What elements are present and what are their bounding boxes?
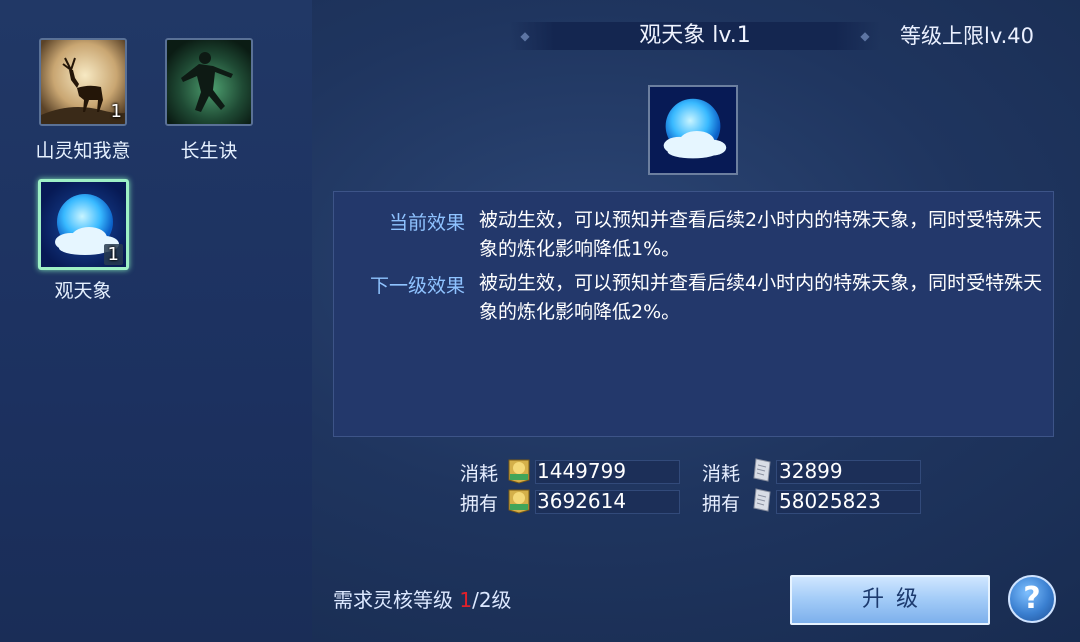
requirement-label: 需求灵核等级 (333, 588, 453, 612)
martial-artist-icon[interactable] (165, 38, 253, 126)
exp-token-icon (507, 486, 531, 514)
deer-icon[interactable]: 1 (39, 38, 127, 126)
moon-cloud-icon[interactable]: 1 (38, 179, 129, 270)
selected-skill-moon-cloud-icon (648, 85, 738, 175)
exp-token-icon (507, 456, 531, 484)
current-effect-label: 当前效果 (388, 212, 465, 234)
ornament-left-icon: ◆ (520, 29, 530, 43)
scroll-icon (750, 456, 774, 484)
scroll-icon (750, 486, 774, 514)
level-cap: 等级上限lv.40 (900, 24, 1035, 48)
scroll-own-value: 58025823 (779, 489, 881, 513)
help-button[interactable]: ? (1008, 575, 1056, 623)
requirement-current: 1 (459, 588, 473, 612)
skill-count: 1 (103, 244, 123, 265)
skill-list-panel: 1 山灵知我意 长生诀 1 观天象 (0, 0, 312, 642)
next-effect-label: 下一级效果 (369, 275, 465, 297)
current-effect-text: 被动生效，可以预知并查看后续2小时内的特殊天象，同时受特殊天象的炼化影响降低1%… (479, 209, 1043, 260)
skill-count: 1 (110, 101, 122, 122)
exp-consume-label: 消耗 (460, 463, 499, 485)
skill-name: 长生诀 (180, 140, 238, 162)
ornament-right-icon: ◆ (860, 29, 870, 43)
question-mark-icon: ? (1023, 581, 1041, 616)
skill-title: 观天象 lv.1 (639, 23, 751, 48)
skill-title-bar: ◆ 观天象 lv.1 ◆ (510, 22, 880, 50)
next-effect-text: 被动生效，可以预知并查看后续4小时内的特殊天象，同时受特殊天象的炼化影响降低2%… (479, 272, 1043, 323)
effect-panel: 当前效果 被动生效，可以预知并查看后续2小时内的特殊天象，同时受特殊天象的炼化影… (333, 191, 1054, 437)
upgrade-button[interactable]: 升级 (790, 575, 990, 625)
exp-own-label: 拥有 (460, 493, 499, 515)
exp-consume-value: 1449799 (537, 459, 627, 483)
scroll-consume-value: 32899 (779, 459, 843, 483)
scroll-consume-label: 消耗 (702, 463, 741, 485)
skill-name: 观天象 (54, 280, 112, 302)
core-level-requirement: 需求灵核等级 1/2级 (333, 584, 512, 613)
exp-own-value: 3692614 (537, 489, 627, 513)
scroll-own-label: 拥有 (702, 493, 741, 515)
requirement-total: /2级 (472, 588, 512, 612)
